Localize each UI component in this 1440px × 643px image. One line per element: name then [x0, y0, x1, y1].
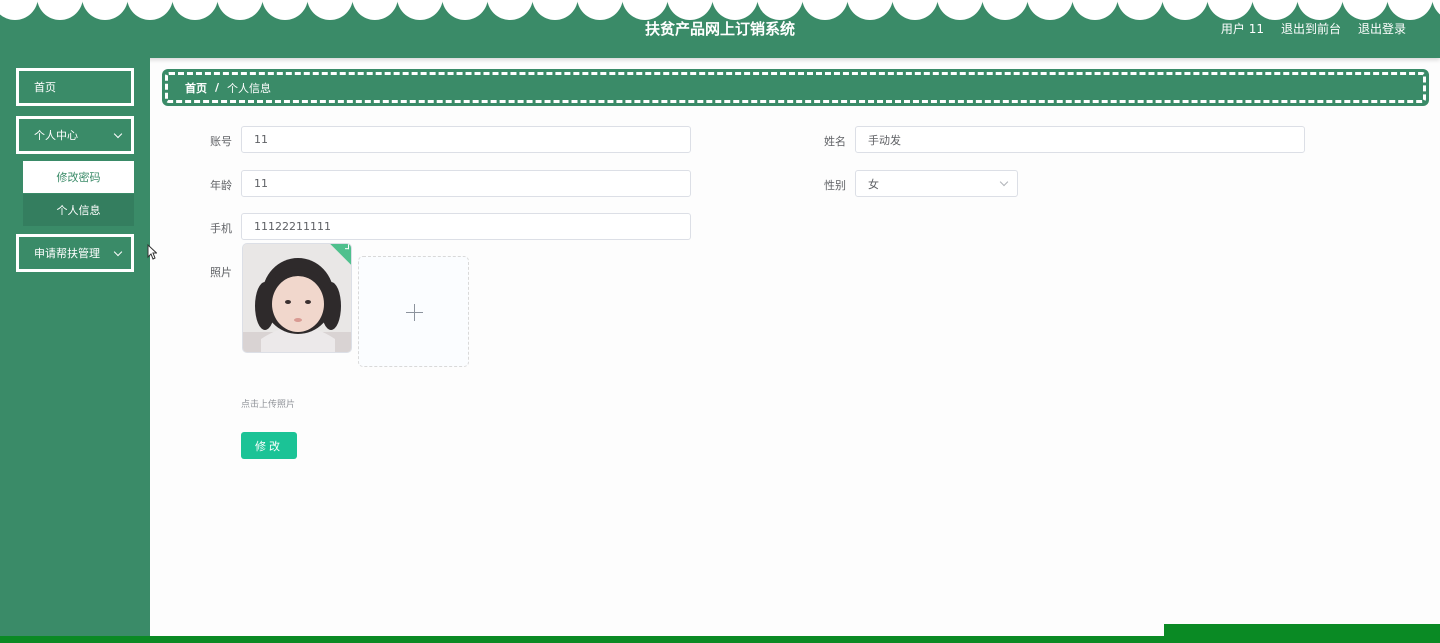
- gender-label: 性别: [824, 179, 846, 192]
- upload-hint: 点击上传照片: [241, 400, 296, 410]
- scallop-circle: [1117, 0, 1163, 20]
- sidebar-item-home[interactable]: 首页: [16, 68, 134, 106]
- scallop-circle: [847, 0, 893, 20]
- modify-button[interactable]: 修改: [241, 432, 297, 459]
- age-label: 年龄: [210, 179, 232, 192]
- scallop-circle: [577, 0, 623, 20]
- breadcrumb: 首页 / 个人信息: [162, 69, 1429, 106]
- scallop-circle: [937, 0, 983, 20]
- scallop-circle: [1387, 0, 1433, 20]
- submenu-item-change-password[interactable]: 修改密码: [23, 161, 134, 193]
- scallop-circle: [532, 0, 578, 20]
- scallop-circle: [172, 0, 218, 20]
- account-field[interactable]: 11: [241, 126, 691, 153]
- scallop-circle: [667, 0, 713, 20]
- name-label: 姓名: [824, 135, 846, 148]
- sidebar: 首页 个人中心 修改密码 个人信息 申请帮扶管理: [0, 58, 150, 643]
- scallop-circle: [397, 0, 443, 20]
- bottom-right-block: [1164, 624, 1440, 643]
- scallop-circle: [262, 0, 308, 20]
- profile-photo[interactable]: [242, 243, 352, 353]
- name-field[interactable]: 手动发: [855, 126, 1305, 153]
- scallop-circle: [1297, 0, 1343, 20]
- chevron-down-icon: [113, 129, 123, 139]
- breadcrumb-current: 个人信息: [227, 81, 272, 95]
- scallop-circle: [1072, 0, 1118, 20]
- child-portrait-image: [243, 244, 351, 352]
- scallop-circle: [37, 0, 83, 20]
- scallop-circle: [1162, 0, 1208, 20]
- top-header: 扶贫产品网上订销系统 用户 11 退出到前台 退出登录: [0, 0, 1440, 58]
- header-links: 用户 11 退出到前台 退出登录: [1221, 20, 1406, 37]
- scallop-circle: [622, 0, 668, 20]
- cursor-icon: [147, 244, 157, 260]
- scallop-circle: [127, 0, 173, 20]
- logout-link[interactable]: 退出登录: [1358, 20, 1406, 37]
- scallop-circle: [757, 0, 803, 20]
- user-name-link[interactable]: 用户 11: [1221, 20, 1264, 37]
- scallop-circle: [1432, 0, 1440, 20]
- scallop-circle: [892, 0, 938, 20]
- account-label: 账号: [210, 135, 232, 148]
- scallop-circle: [0, 0, 38, 20]
- submenu-item-personal-info[interactable]: 个人信息: [23, 194, 134, 226]
- scallop-circle: [982, 0, 1028, 20]
- scallop-circle: [352, 0, 398, 20]
- age-field[interactable]: 11: [241, 170, 691, 197]
- scallop-circle: [1252, 0, 1298, 20]
- sidebar-item-personal-center[interactable]: 个人中心: [16, 116, 134, 154]
- gender-selected-value: 女: [868, 177, 879, 191]
- sidebar-item-aid-application[interactable]: 申请帮扶管理: [16, 234, 134, 272]
- scallop-circle: [802, 0, 848, 20]
- scallop-circle: [712, 0, 758, 20]
- sidebar-item-label: 首页: [34, 81, 56, 94]
- photo-label: 照片: [210, 266, 232, 279]
- exit-to-frontend-link[interactable]: 退出到前台: [1281, 20, 1341, 37]
- phone-field[interactable]: 11122211111: [241, 213, 691, 240]
- scallop-circle: [1342, 0, 1388, 20]
- scallop-circle: [487, 0, 533, 20]
- sidebar-item-label: 个人中心: [34, 129, 78, 142]
- scallop-circle: [217, 0, 263, 20]
- gender-select[interactable]: 女: [855, 170, 1018, 197]
- photo-upload-button[interactable]: [358, 256, 469, 367]
- phone-label: 手机: [210, 222, 232, 235]
- chevron-down-icon: [999, 177, 1009, 187]
- sidebar-item-label: 申请帮扶管理: [34, 247, 100, 260]
- breadcrumb-separator: /: [215, 81, 220, 94]
- chevron-down-icon: [113, 247, 123, 257]
- scallop-circle: [442, 0, 488, 20]
- scallop-circle: [307, 0, 353, 20]
- breadcrumb-home[interactable]: 首页: [185, 80, 207, 96]
- scallop-circle: [1207, 0, 1253, 20]
- scallop-circle: [1027, 0, 1073, 20]
- scallop-circle: [82, 0, 128, 20]
